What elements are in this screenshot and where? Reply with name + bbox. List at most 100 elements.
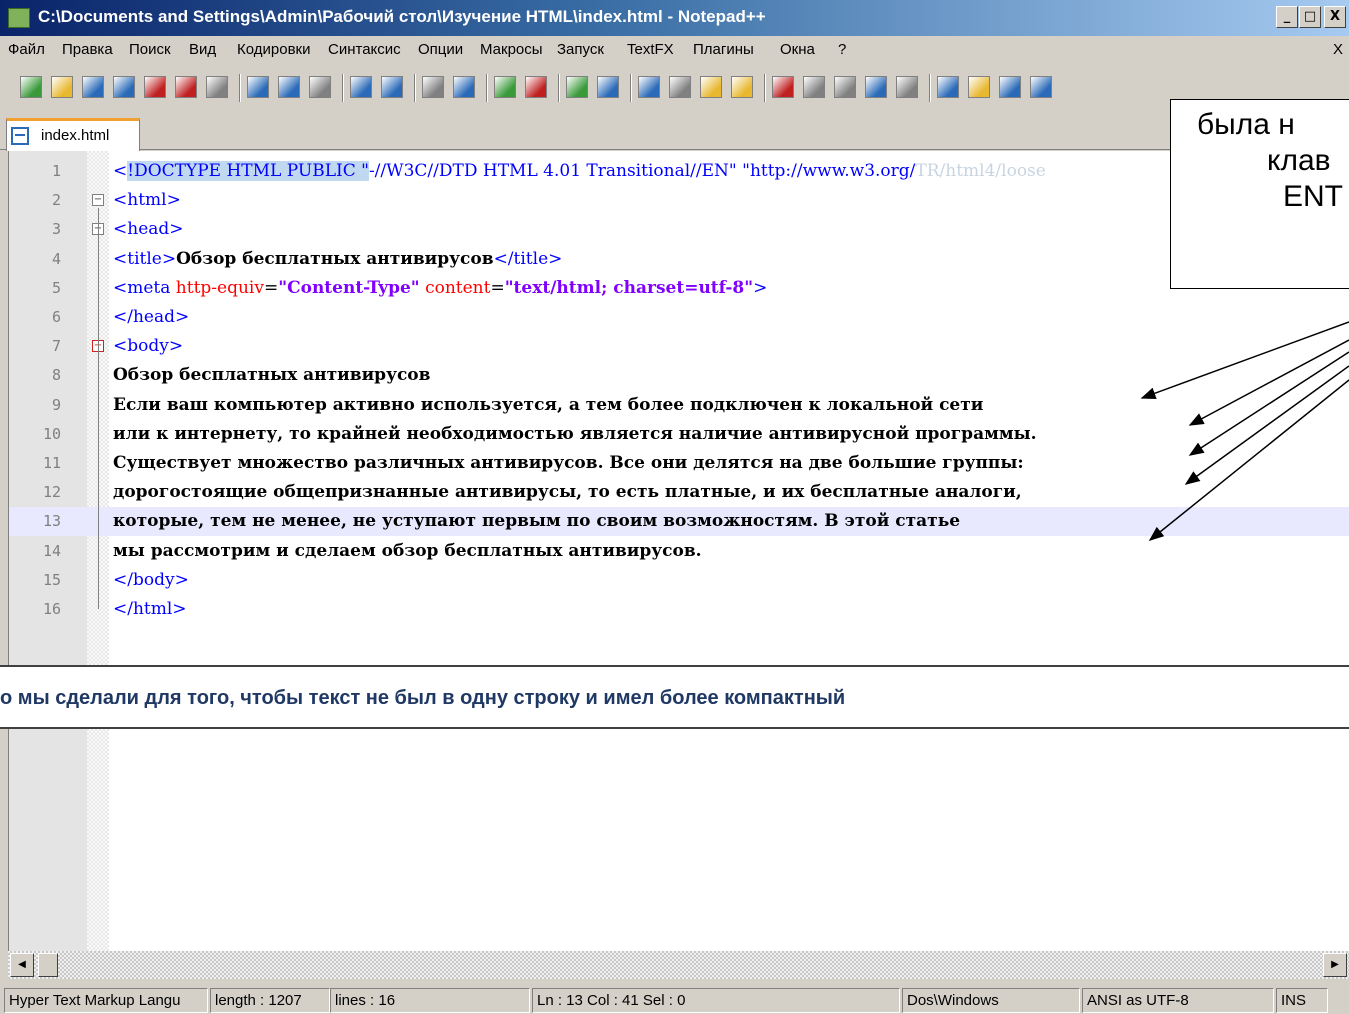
word-wrap-icon[interactable] [638, 76, 660, 98]
code-line[interactable]: 11 Существует множество различных антивир… [9, 449, 1349, 478]
menu-syntax[interactable]: Синтаксис [328, 41, 401, 58]
save-macro-icon[interactable] [896, 76, 918, 98]
code-line[interactable]: 1 <!DOCTYPE HTML PUBLIC "-//W3C//DTD HTML… [9, 157, 1349, 186]
code-token: content [425, 277, 491, 298]
sync-vertical-icon[interactable] [566, 76, 588, 98]
tab-index-html[interactable]: index.html [6, 118, 140, 151]
line-number: 2 [51, 191, 61, 210]
menu-bar: Файл Правка Поиск Вид Кодировки Синтакси… [0, 38, 1349, 62]
play-macro-icon[interactable] [834, 76, 856, 98]
close-icon[interactable] [144, 76, 166, 98]
code-editor[interactable]: 1 <!DOCTYPE HTML PUBLIC "-//W3C//DTD HTML… [8, 151, 1349, 951]
line-number: 9 [51, 395, 61, 414]
menu-run[interactable]: Запуск [557, 41, 604, 58]
replace-icon[interactable] [453, 76, 475, 98]
menu-plugins[interactable]: Плагины [693, 41, 754, 58]
code-text: или к интернету, то крайней необходимост… [113, 424, 1037, 444]
code-line[interactable]: 3−<head> [9, 215, 1349, 244]
code-line[interactable]: 7−<body> [9, 332, 1349, 361]
menu-help[interactable]: ? [838, 41, 846, 58]
sync-horizontal-icon[interactable] [597, 76, 619, 98]
spellcheck-icon[interactable] [1030, 76, 1052, 98]
code-line[interactable]: 2 − <html> [9, 186, 1349, 215]
zoom-in-icon[interactable] [494, 76, 516, 98]
code-token: -//W3C//DTD HTML 4.01 Transitional//EN [368, 161, 729, 181]
code-line[interactable]: 15 </body> [9, 566, 1349, 595]
run-macro-multiple-icon[interactable] [865, 76, 887, 98]
document-map-icon[interactable] [999, 76, 1021, 98]
show-all-chars-icon[interactable] [669, 76, 691, 98]
new-file-icon[interactable] [20, 76, 42, 98]
code-line[interactable]: 8 Обзор бесплатных антивирусов [9, 361, 1349, 390]
code-text: <!DOCTYPE HTML PUBLIC "-//W3C//DTD HTML … [113, 161, 1046, 181]
save-all-icon[interactable] [113, 76, 135, 98]
code-line[interactable]: 9 Если ваш компьютер активно используется… [9, 391, 1349, 420]
code-line[interactable]: 16 </html> [9, 595, 1349, 624]
menu-windows[interactable]: Окна [780, 41, 815, 58]
code-token: Обзор бесплатных антивирусов [176, 248, 494, 269]
code-text: Существует множество различных антивирус… [113, 453, 1024, 473]
open-file-icon[interactable] [51, 76, 73, 98]
code-text: Обзор бесплатных антивирусов [113, 365, 430, 385]
code-line[interactable]: 12 дорогостоящие общепризнанные антивирус… [9, 478, 1349, 507]
code-line[interactable]: 14 мы рассмотрим и сделаем обзор бесплатн… [9, 537, 1349, 566]
menu-file[interactable]: Файл [8, 41, 45, 58]
fold-toggle-icon[interactable]: − [92, 194, 104, 207]
user-lang-icon[interactable] [731, 76, 753, 98]
copy-icon[interactable] [278, 76, 300, 98]
indent-guide-icon[interactable] [700, 76, 722, 98]
line-number: 5 [51, 278, 61, 297]
horizontal-scrollbar[interactable]: ◀ ▶ [8, 951, 1349, 979]
redo-icon[interactable] [381, 76, 403, 98]
notepad-app-icon[interactable] [8, 8, 30, 28]
stop-record-icon[interactable] [803, 76, 825, 98]
cut-icon[interactable] [247, 76, 269, 98]
menu-search[interactable]: Поиск [129, 41, 171, 58]
code-text: <body> [113, 336, 183, 356]
close-document-button[interactable]: X [1333, 41, 1343, 58]
close-all-icon[interactable] [175, 76, 197, 98]
menu-options[interactable]: Опции [418, 41, 463, 58]
code-text: <title>Обзор бесплатных антивирусов</tit… [113, 249, 562, 269]
menu-encoding[interactable]: Кодировки [237, 41, 310, 58]
code-text: </head> [113, 307, 189, 327]
code-line[interactable]: 5 <meta http-equiv="Content-Type" content… [9, 274, 1349, 303]
code-line[interactable]: 13 которые, тем не менее, не уступают пер… [9, 507, 1349, 537]
code-token: "text/html; charset=utf-8" [504, 277, 754, 298]
status-lines: lines : 16 [330, 988, 530, 1013]
scroll-right-icon[interactable]: ▶ [1323, 953, 1347, 977]
code-line[interactable]: 6 </head> [9, 303, 1349, 332]
line-number: 11 [42, 454, 61, 472]
code-token: TR/html4/loose [915, 161, 1046, 181]
menu-view[interactable]: Вид [189, 41, 216, 58]
menu-edit[interactable]: Правка [62, 41, 113, 58]
line-number: 1 [51, 162, 61, 180]
close-button[interactable]: X [1324, 6, 1346, 28]
minimize-button[interactable]: _ [1276, 6, 1298, 28]
record-macro-icon[interactable] [772, 76, 794, 98]
code-token: http-equiv [175, 277, 264, 298]
print-icon[interactable] [206, 76, 228, 98]
code-line[interactable]: 10 или к интернету, то крайней необходимо… [9, 420, 1349, 449]
launch-icon[interactable] [937, 76, 959, 98]
scrollbar-thumb[interactable] [38, 953, 58, 977]
status-position: Ln : 13 Col : 41 Sel : 0 [532, 988, 900, 1013]
save-icon[interactable] [82, 76, 104, 98]
code-token: </head> [113, 307, 190, 327]
find-icon[interactable] [422, 76, 444, 98]
code-token: " " [728, 161, 750, 181]
menu-textfx[interactable]: TextFX [627, 41, 674, 58]
paste-icon[interactable] [309, 76, 331, 98]
code-line[interactable]: 4 <title>Обзор бесплатных антивирусов</ti… [9, 245, 1349, 274]
code-token: < [113, 161, 128, 181]
menu-macros[interactable]: Макросы [480, 41, 543, 58]
code-token: !DOCTYPE HTML PUBLIC " [127, 161, 369, 181]
toolbar-separator [764, 74, 766, 102]
maximize-button[interactable]: □ [1299, 6, 1321, 28]
zoom-out-icon[interactable] [525, 76, 547, 98]
undo-icon[interactable] [350, 76, 372, 98]
open-in-browser-icon[interactable] [968, 76, 990, 98]
scroll-left-icon[interactable]: ◀ [10, 953, 34, 977]
code-token: <body> [113, 336, 184, 357]
toolbar-separator [486, 74, 488, 102]
